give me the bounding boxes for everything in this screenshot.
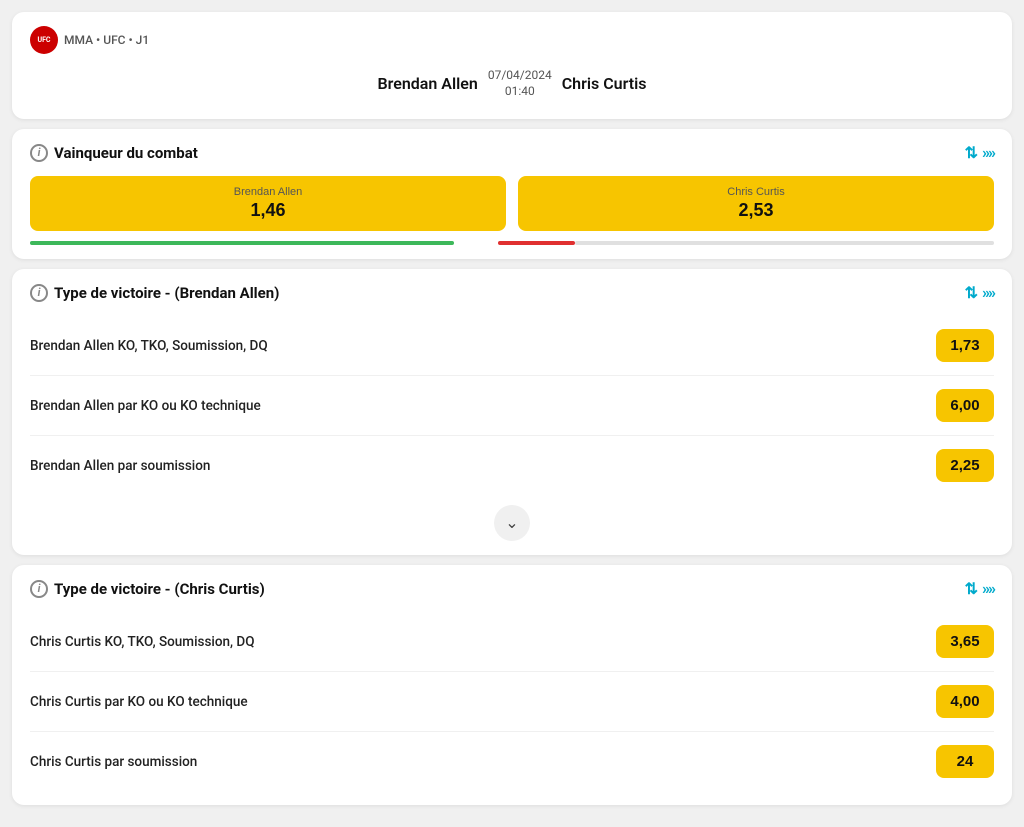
odds-btn-2-2[interactable]: 2,25 (936, 449, 994, 482)
section1-header: i Vainqueur du combat ⇅ »» (30, 143, 994, 162)
bet-label-fighter2: Chris Curtis (526, 186, 986, 198)
ufc-logo: UFC (30, 26, 58, 54)
arrows-icon-3[interactable]: ⇅ (965, 579, 978, 598)
info-icon-1: i (30, 144, 48, 162)
section3-header: i Type de victoire - (Chris Curtis) ⇅ »» (30, 579, 994, 598)
triple-arrows-icon-3[interactable]: »» (982, 579, 994, 598)
progress-bar-row (30, 241, 994, 245)
arrows-icon-1[interactable]: ⇅ (965, 143, 978, 162)
odds-label-2-0: Brendan Allen KO, TKO, Soumission, DQ (30, 338, 268, 354)
odds-btn-2-1[interactable]: 6,00 (936, 389, 994, 422)
progress-red (498, 241, 575, 245)
odds-label-2-2: Brendan Allen par soumission (30, 458, 210, 474)
breadcrumb: MMA • UFC • J1 (64, 33, 149, 47)
info-icon-3: i (30, 580, 48, 598)
progress-right-spacer (575, 241, 994, 245)
chevron-down-icon: ⌄ (505, 513, 518, 533)
match-date: 07/04/2024 (488, 68, 552, 84)
progress-green (30, 241, 454, 245)
section1-icons: ⇅ »» (965, 143, 994, 162)
section3-odds-rows: Chris Curtis KO, TKO, Soumission, DQ 3,6… (30, 612, 994, 791)
bet-odds-fighter2: 2,53 (526, 200, 986, 221)
odds-label-2-1: Brendan Allen par KO ou KO technique (30, 398, 261, 414)
expand-btn-section2: ⌄ (30, 505, 994, 541)
info-icon-2: i (30, 284, 48, 302)
bet-btn-fighter2[interactable]: Chris Curtis 2,53 (518, 176, 994, 231)
odds-row-2-2: Brendan Allen par soumission 2,25 (30, 436, 994, 495)
bet-odds-fighter1: 1,46 (38, 200, 498, 221)
match-fighters: Brendan Allen 07/04/2024 01:40 Chris Cur… (30, 60, 994, 105)
bet-buttons-row: Brendan Allen 1,46 Chris Curtis 2,53 (30, 176, 994, 231)
odds-btn-3-1[interactable]: 4,00 (936, 685, 994, 718)
bet-btn-fighter1[interactable]: Brendan Allen 1,46 (30, 176, 506, 231)
odds-btn-3-0[interactable]: 3,65 (936, 625, 994, 658)
bet-label-fighter1: Brendan Allen (38, 186, 498, 198)
odds-row-3-1: Chris Curtis par KO ou KO technique 4,00 (30, 672, 994, 732)
section2-odds-rows: Brendan Allen KO, TKO, Soumission, DQ 1,… (30, 316, 994, 495)
match-hour: 01:40 (488, 84, 552, 100)
section2-header: i Type de victoire - (Brendan Allen) ⇅ »… (30, 283, 994, 302)
fighter2-name: Chris Curtis (562, 74, 647, 93)
odds-row-2-0: Brendan Allen KO, TKO, Soumission, DQ 1,… (30, 316, 994, 376)
odds-btn-2-0[interactable]: 1,73 (936, 329, 994, 362)
section3-title-group: i Type de victoire - (Chris Curtis) (30, 580, 265, 598)
section1-title: Vainqueur du combat (54, 144, 198, 162)
match-header: UFC MMA • UFC • J1 (30, 26, 994, 54)
expand-circle-btn[interactable]: ⌄ (494, 505, 530, 541)
odds-label-3-2: Chris Curtis par soumission (30, 754, 197, 770)
odds-label-3-0: Chris Curtis KO, TKO, Soumission, DQ (30, 634, 255, 650)
triple-arrows-icon-2[interactable]: »» (982, 283, 994, 302)
section-vainqueur: i Vainqueur du combat ⇅ »» Brendan Allen… (12, 129, 1012, 259)
league-badge: UFC MMA • UFC • J1 (30, 26, 149, 54)
section1-title-group: i Vainqueur du combat (30, 144, 198, 162)
odds-row-3-0: Chris Curtis KO, TKO, Soumission, DQ 3,6… (30, 612, 994, 672)
match-card: UFC MMA • UFC • J1 Brendan Allen 07/04/2… (12, 12, 1012, 119)
triple-arrows-icon-1[interactable]: »» (982, 143, 994, 162)
section2-title: Type de victoire - (Brendan Allen) (54, 284, 279, 302)
match-time: 07/04/2024 01:40 (488, 68, 552, 99)
section-victoire-chris: i Type de victoire - (Chris Curtis) ⇅ »»… (12, 565, 1012, 805)
section2-icons: ⇅ »» (965, 283, 994, 302)
odds-row-3-2: Chris Curtis par soumission 24 (30, 732, 994, 791)
section3-icons: ⇅ »» (965, 579, 994, 598)
arrows-icon-2[interactable]: ⇅ (965, 283, 978, 302)
section3-title: Type de victoire - (Chris Curtis) (54, 580, 265, 598)
ufc-logo-text: UFC (37, 37, 50, 44)
odds-row-2-1: Brendan Allen par KO ou KO technique 6,0… (30, 376, 994, 436)
section2-title-group: i Type de victoire - (Brendan Allen) (30, 284, 279, 302)
odds-label-3-1: Chris Curtis par KO ou KO technique (30, 694, 248, 710)
fighter1-name: Brendan Allen (377, 74, 477, 93)
odds-btn-3-2[interactable]: 24 (936, 745, 994, 778)
section-victoire-brendan: i Type de victoire - (Brendan Allen) ⇅ »… (12, 269, 1012, 555)
